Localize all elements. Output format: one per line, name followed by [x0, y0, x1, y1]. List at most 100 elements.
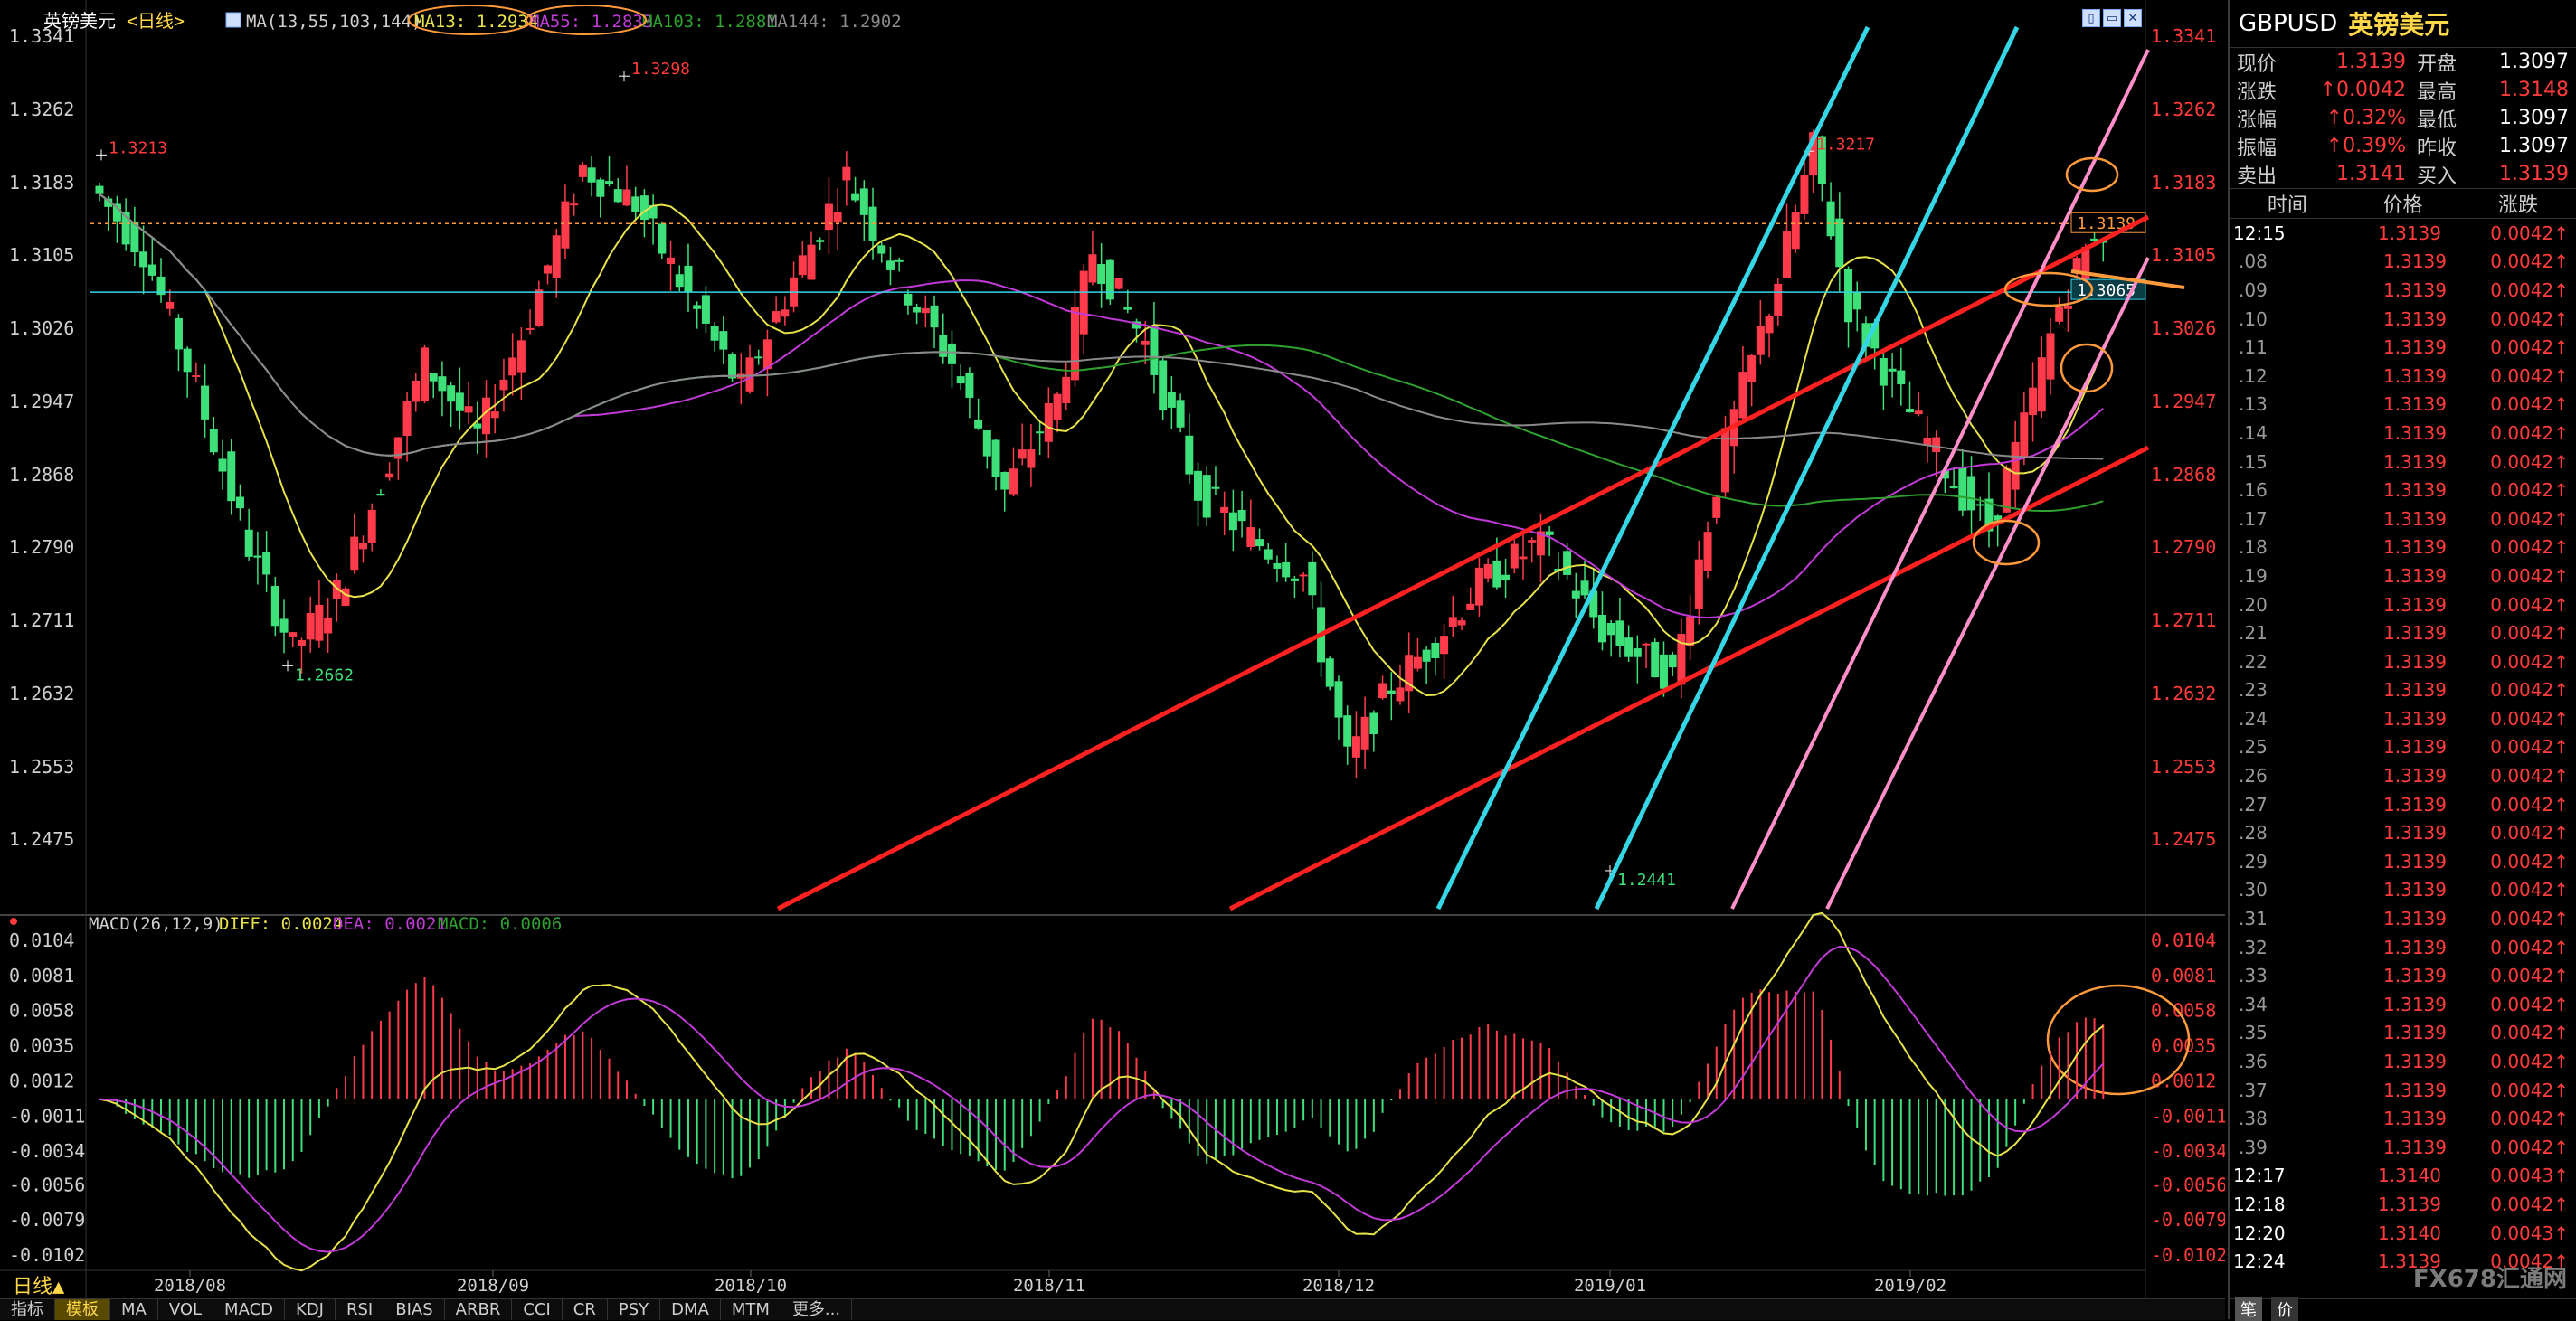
quote-value: 1.3097: [2499, 135, 2569, 157]
candle-body: [596, 179, 605, 197]
indicator-tab[interactable]: CCI: [512, 1299, 563, 1320]
indicator-tab[interactable]: VOL: [158, 1299, 214, 1320]
candle-body: [1545, 531, 1554, 535]
tick-change: 0.0042↑: [2490, 1051, 2569, 1073]
candle-body: [1756, 326, 1765, 355]
tick-price: 1.3139: [2383, 450, 2447, 473]
tick-row: .39 1.3139 0.0042↑: [2230, 1133, 2576, 1162]
indicator-tab[interactable]: PSY: [608, 1299, 661, 1320]
candle-body: [1492, 560, 1501, 588]
tick-change: 0.0042↑: [2490, 850, 2569, 873]
candle-body: [1176, 400, 1185, 428]
indicator-tab[interactable]: MTM: [721, 1299, 781, 1320]
left-macd-label: -0.0011: [9, 1105, 85, 1127]
quote-label: 现价: [2237, 52, 2278, 76]
candle-body: [350, 536, 359, 571]
maximize-icon[interactable]: ▭: [2103, 9, 2121, 27]
candle-body: [1483, 563, 1492, 579]
candle-body: [1009, 468, 1018, 495]
tick-change: 0.0042↑: [2490, 622, 2569, 645]
candle-body: [1378, 683, 1387, 699]
candle-body: [1123, 307, 1132, 310]
tick-time: 12:17: [2233, 1165, 2286, 1187]
indicator-tab[interactable]: DMA: [660, 1299, 721, 1320]
candle-body: [1387, 690, 1396, 694]
symbol-code: GBPUSD: [2239, 10, 2338, 37]
tick-time: .33: [2239, 965, 2268, 987]
tick-change: 0.0042↑: [2490, 222, 2569, 244]
right-price-label: 1.3262: [2151, 99, 2216, 120]
candle-body: [1606, 622, 1615, 636]
date-label: 2018/10: [715, 1276, 787, 1296]
col-time: 时间: [2267, 194, 2307, 217]
indicator-tab[interactable]: ARBR: [445, 1299, 513, 1320]
tick-row: .24 1.3139 0.0042↑: [2230, 704, 2576, 733]
candle-body: [587, 167, 596, 183]
candle-body: [561, 201, 570, 249]
indicator-tab[interactable]: MACD: [213, 1299, 286, 1320]
candle-body: [701, 295, 710, 324]
quote-label: 开盘: [2417, 52, 2458, 76]
right-macd-label: 0.0081: [2151, 965, 2216, 986]
tick-list[interactable]: 12:15 1.3139 0.0042↑ .08 1.3139 0.0042↑ .09 1.3…: [2230, 219, 2576, 1276]
candle-body: [1264, 549, 1273, 560]
tick-row: .11 1.3139 0.0042↑: [2230, 333, 2576, 362]
candle-body: [499, 379, 508, 391]
tick-time: .32: [2239, 936, 2268, 958]
tick-row: .29 1.3139 0.0042↑: [2230, 847, 2576, 876]
indicator-tab[interactable]: KDJ: [285, 1299, 336, 1320]
candle-body: [1615, 620, 1624, 646]
indicator-tab[interactable]: 指标: [0, 1299, 55, 1320]
tab-price[interactable]: 价: [2271, 1297, 2298, 1321]
candle-body: [1597, 615, 1606, 643]
candle-body: [429, 373, 438, 382]
candle-body: [578, 164, 587, 177]
indicator-tab[interactable]: 模板: [55, 1299, 110, 1320]
close-icon[interactable]: ✕: [2124, 9, 2142, 27]
tick-price: 1.3139: [2383, 936, 2447, 958]
indicator-tab[interactable]: CR: [563, 1299, 608, 1320]
candle-body: [552, 235, 561, 278]
tick-change: 0.0042↑: [2490, 1079, 2569, 1101]
candle-body: [1202, 475, 1211, 518]
tick-time: .31: [2239, 908, 2268, 930]
tick-row: .17 1.3139 0.0042↑: [2230, 505, 2576, 533]
tick-row: .12 1.3139 0.0042↑: [2230, 362, 2576, 391]
candle-body: [772, 311, 781, 323]
quote-value: 1.3148: [2499, 79, 2569, 101]
price-chart[interactable]: 1.3341 1.33411.3262 1.32621.3183 1.31831.31…: [0, 0, 2225, 1319]
indicator-tab[interactable]: MA: [110, 1299, 158, 1320]
left-macd-label: 0.0058: [9, 1000, 74, 1022]
ma103-value: MA103: 1.2881: [642, 12, 777, 32]
extreme-label: 1.2441: [1617, 871, 1676, 890]
restore-icon[interactable]: ▯: [2082, 9, 2100, 27]
candle-body: [270, 585, 279, 627]
tick-price: 1.3139: [2383, 765, 2447, 788]
tick-row: .35 1.3139 0.0042↑: [2230, 1019, 2576, 1048]
tick-time: .11: [2239, 336, 2268, 359]
tick-change: 0.0042↑: [2490, 364, 2569, 387]
tick-row: .31 1.3139 0.0042↑: [2230, 904, 2576, 933]
tick-price: 1.3139: [2383, 679, 2447, 702]
indicator-tab[interactable]: RSI: [336, 1299, 385, 1320]
indicator-tab[interactable]: BIAS: [384, 1299, 445, 1320]
quote-label: 昨收: [2417, 137, 2458, 160]
candle-body: [1642, 643, 1651, 646]
candle-body: [95, 185, 104, 194]
quote-label: 涨跌: [2237, 80, 2278, 104]
indicator-tab[interactable]: 更多...: [781, 1299, 853, 1320]
candle-body: [745, 357, 754, 392]
candle-body: [262, 552, 271, 575]
candle-body: [754, 356, 763, 359]
symbol-name: 英镑美元: [2348, 10, 2450, 40]
candle-body: [904, 293, 913, 306]
tab-ticks[interactable]: 笔: [2235, 1297, 2262, 1321]
candle-body: [1949, 486, 1958, 488]
right-price-label: 1.3183: [2151, 172, 2216, 193]
tick-price: 1.3139: [2378, 1193, 2441, 1215]
candle-body: [1211, 486, 1220, 489]
tick-price: 1.3139: [2383, 1136, 2447, 1158]
tick-time: .38: [2239, 1108, 2268, 1130]
candle-body: [798, 255, 807, 276]
candle-body: [1510, 543, 1519, 569]
